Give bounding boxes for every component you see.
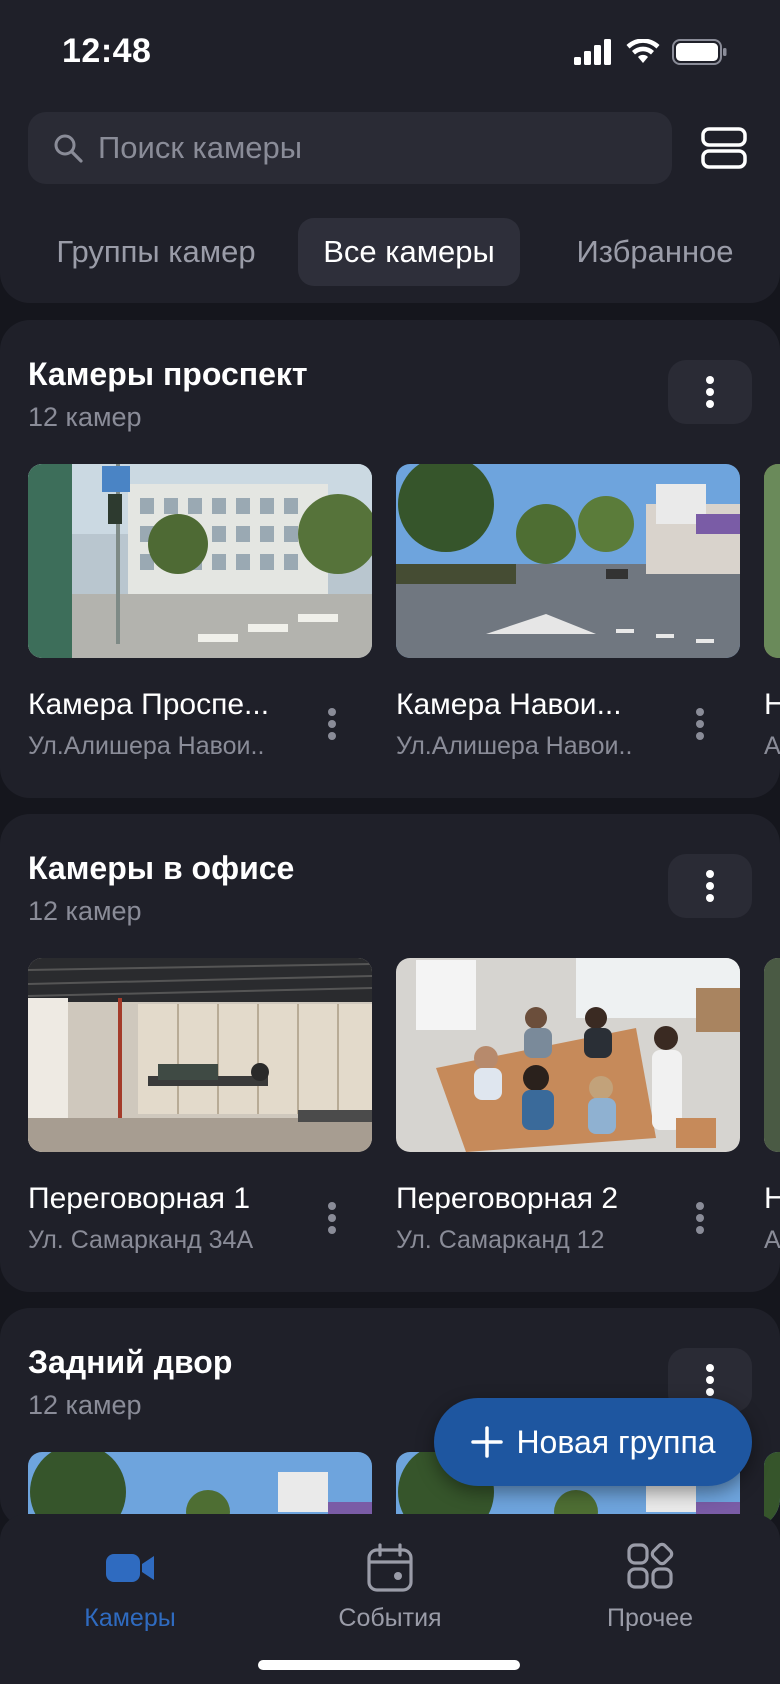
camera-menu-button[interactable] [688, 704, 712, 744]
camera-group-card: Камеры в офисе 12 камер Переговорная 1 У… [0, 814, 780, 1292]
camera-address: А [764, 1226, 780, 1254]
nav-cameras[interactable]: Камеры [30, 1528, 230, 1638]
nav-label: Прочее [606, 1604, 694, 1632]
camera-tile[interactable]: Камера Проспе... Ул.Алишера Навои.. [28, 464, 372, 760]
camera-name: Н [764, 688, 780, 721]
more-vertical-icon [706, 376, 714, 408]
home-indicator [258, 1660, 520, 1670]
group-title: Задний двор [28, 1344, 233, 1380]
more-vertical-icon [706, 870, 714, 902]
bottom-navigation: Камеры События Прочее [0, 1514, 780, 1684]
group-title: Камеры в офисе [28, 850, 295, 886]
camera-tile[interactable]: Переговорная 2 Ул. Самарканд 12 [396, 958, 740, 1254]
camera-address: Ул. Самарканд 34А [28, 1226, 254, 1254]
calendar-icon [367, 1543, 413, 1592]
camera-thumbnail[interactable] [764, 464, 780, 658]
camera-tile[interactable]: Н А [764, 464, 780, 760]
tab-camera-groups[interactable]: Группы камер [28, 218, 284, 286]
new-group-label: Новая группа [516, 1423, 716, 1460]
group-title: Камеры проспект [28, 356, 308, 392]
camera-name: Камера Проспе... [28, 688, 270, 721]
camera-name: Переговорная 1 [28, 1182, 251, 1215]
more-vertical-icon [706, 1364, 714, 1396]
top-header: 12:48 Поиск камеры Группы камер Все каме… [0, 0, 780, 303]
search-icon [54, 134, 83, 163]
view-layout-toggle-icon[interactable] [700, 126, 748, 170]
camera-address: Ул. Самарканд 12 [396, 1226, 605, 1254]
status-bar: 12:48 [0, 0, 780, 100]
video-camera-icon [106, 1554, 154, 1582]
group-camera-count: 12 камер [28, 896, 142, 926]
status-time: 12:48 [62, 32, 152, 70]
plus-icon [471, 1426, 504, 1458]
group-camera-count: 12 камер [28, 402, 142, 432]
camera-thumbnail[interactable] [28, 958, 372, 1152]
group-menu-button[interactable] [668, 854, 752, 918]
filter-tabs: Группы камер Все камеры Избранное [0, 218, 780, 286]
more-vertical-icon [696, 1202, 704, 1234]
battery-icon [672, 39, 727, 65]
camera-name: Камера Навои... [396, 688, 622, 721]
new-group-button[interactable]: Новая группа [434, 1398, 752, 1486]
more-vertical-icon [328, 708, 336, 740]
camera-name: Н [764, 1182, 780, 1215]
camera-thumbnail[interactable] [396, 958, 740, 1152]
camera-tile[interactable]: Переговорная 1 Ул. Самарканд 34А [28, 958, 372, 1254]
camera-address: Ул.Алишера Навои.. [396, 732, 633, 760]
camera-thumbnail[interactable] [764, 958, 780, 1152]
nav-other[interactable]: Прочее [550, 1528, 750, 1638]
camera-group-card: Камеры проспект 12 камер Камера Проспе..… [0, 320, 780, 798]
grid-icon [627, 1542, 674, 1589]
camera-menu-button[interactable] [688, 1198, 712, 1238]
more-vertical-icon [328, 1202, 336, 1234]
camera-menu-button[interactable] [320, 704, 344, 744]
camera-name: Переговорная 2 [396, 1182, 619, 1215]
tab-favorites[interactable]: Избранное [540, 218, 770, 286]
camera-thumbnail[interactable] [28, 464, 372, 658]
camera-address: Ул.Алишера Навои.. [28, 732, 265, 760]
search-input[interactable] [98, 130, 672, 166]
nav-label: Камеры [84, 1604, 176, 1632]
camera-thumbnail[interactable] [396, 464, 740, 658]
search-bar[interactable] [28, 112, 672, 184]
camera-address: А [764, 732, 780, 760]
nav-events[interactable]: События [290, 1528, 490, 1638]
group-menu-button[interactable] [668, 360, 752, 424]
nav-label: События [338, 1604, 442, 1632]
camera-menu-button[interactable] [320, 1198, 344, 1238]
camera-tile[interactable]: Камера Навои... Ул.Алишера Навои.. [396, 464, 740, 760]
group-camera-count: 12 камер [28, 1390, 142, 1420]
tab-all-cameras[interactable]: Все камеры [298, 218, 520, 286]
camera-tile[interactable]: Н А [764, 958, 780, 1254]
status-icons [574, 38, 728, 66]
cellular-signal-icon [574, 39, 611, 65]
wifi-icon [626, 39, 660, 63]
more-vertical-icon [696, 708, 704, 740]
